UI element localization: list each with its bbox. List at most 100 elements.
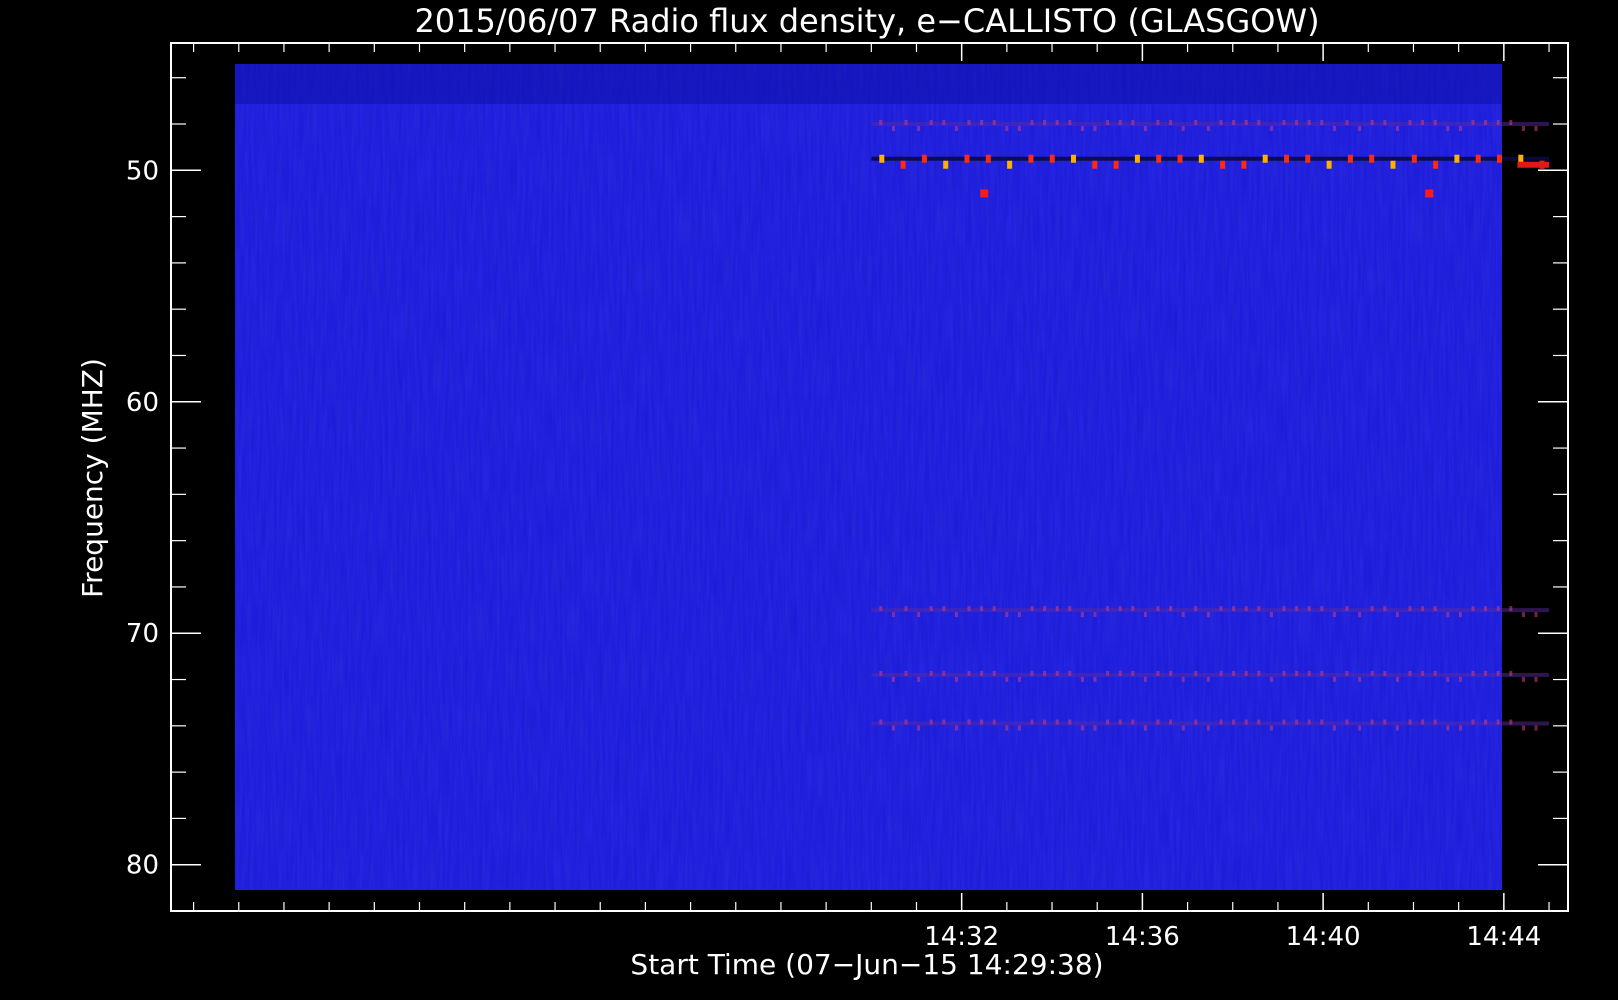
interference-dot (1408, 606, 1412, 612)
chart-title: 2015/06/07 Radio flux density, e−CALLIST… (414, 2, 1319, 40)
interference-dot (1305, 154, 1311, 163)
interference-dot (1030, 719, 1034, 725)
interference-dot (1282, 606, 1286, 612)
interference-dot (1471, 120, 1475, 126)
interference-dot (942, 120, 946, 126)
interference-dot (980, 670, 984, 676)
interference-dot (1521, 126, 1525, 132)
interference-dot (1307, 670, 1311, 676)
interference-dot (1206, 676, 1210, 682)
interference-dot (1496, 606, 1500, 612)
interference-dot (1484, 670, 1488, 676)
interference-dot (917, 725, 921, 731)
heatmap-noise (235, 64, 1502, 890)
interference-dot (1219, 120, 1223, 126)
interference-dot (1181, 725, 1185, 731)
interference-dot (1017, 126, 1021, 132)
interference-dot (1295, 606, 1299, 612)
interference-dot (929, 606, 933, 612)
interference-dot (1518, 154, 1524, 163)
interference-dot (1295, 670, 1299, 676)
interference-dot (904, 606, 908, 612)
interference-dot (904, 120, 908, 126)
interference-dot (1332, 725, 1336, 731)
interference-dot (1106, 719, 1110, 725)
interference-dot (879, 120, 883, 126)
heatmap-area (235, 64, 1550, 890)
interference-dot (1156, 606, 1160, 612)
interference-dot (1411, 154, 1417, 163)
interference-dot (1390, 160, 1396, 169)
y-axis-label: Frequency (MHZ) (76, 358, 109, 598)
interference-dot (1383, 670, 1387, 676)
interference-dot (1093, 612, 1097, 618)
interference-dot (1383, 606, 1387, 612)
interference-dot (980, 120, 984, 126)
interference-dot (1475, 154, 1481, 163)
interference-dot (1194, 670, 1198, 676)
interference-dot (1395, 676, 1399, 682)
interference-dot (929, 719, 933, 725)
interference-dot (1244, 606, 1248, 612)
interference-dot (1181, 612, 1185, 618)
interference-dot (1005, 725, 1009, 731)
interference-dot (1017, 676, 1021, 682)
interference-dot (964, 154, 970, 163)
interference-dot (921, 154, 927, 163)
interference-dot (929, 670, 933, 676)
interference-dot (1369, 154, 1375, 163)
interference-dot (1408, 120, 1412, 126)
interference-dot (1131, 606, 1135, 612)
interference-dot (954, 126, 958, 132)
interference-dot (1156, 719, 1160, 725)
interference-dot (1030, 606, 1034, 612)
interference-dot (1043, 719, 1047, 725)
interference-dot (1219, 719, 1223, 725)
interference-dot (1043, 120, 1047, 126)
interference-dot (1005, 676, 1009, 682)
interference-dot (1017, 725, 1021, 731)
interference-dot (1080, 126, 1084, 132)
interference-dot (1194, 120, 1198, 126)
interference-dot (1055, 719, 1059, 725)
interference-dot (1093, 676, 1097, 682)
interference-dot (1395, 725, 1399, 731)
interference-dot (1269, 612, 1273, 618)
interference-dot (1282, 670, 1286, 676)
interference-dot (1017, 612, 1021, 618)
y-tick-label: 60 (126, 388, 159, 418)
interference-dot (1421, 670, 1425, 676)
interference-dot (1421, 606, 1425, 612)
interference-dot (1471, 670, 1475, 676)
interference-dot (1206, 725, 1210, 731)
interference-dot (1358, 725, 1362, 731)
interference-dot (1232, 606, 1236, 612)
interference-dot (954, 676, 958, 682)
interference-dot (917, 676, 921, 682)
interference-dot (1043, 606, 1047, 612)
interference-dot (1534, 676, 1538, 682)
interference-dot (1433, 606, 1437, 612)
interference-dot (1433, 670, 1437, 676)
interference-dot (879, 154, 885, 163)
interference-dot (1156, 154, 1162, 163)
interference-dot (1345, 120, 1349, 126)
interference-dot (1068, 606, 1072, 612)
interference-dot (942, 719, 946, 725)
interference-dot (1080, 725, 1084, 731)
interference-dot (1408, 719, 1412, 725)
interference-dot (1347, 154, 1353, 163)
interference-dot (1433, 160, 1439, 169)
interference-dot (1028, 154, 1034, 163)
interference-dot (1345, 719, 1349, 725)
interference-dot (967, 120, 971, 126)
interference-dot (980, 606, 984, 612)
interference-dot (1307, 606, 1311, 612)
interference-dot (1143, 612, 1147, 618)
interference-dot (1071, 154, 1077, 163)
interference-dot (1320, 670, 1324, 676)
interference-dot (1358, 126, 1362, 132)
interference-dot (1194, 719, 1198, 725)
interference-dot (954, 612, 958, 618)
interference-dot (1244, 719, 1248, 725)
